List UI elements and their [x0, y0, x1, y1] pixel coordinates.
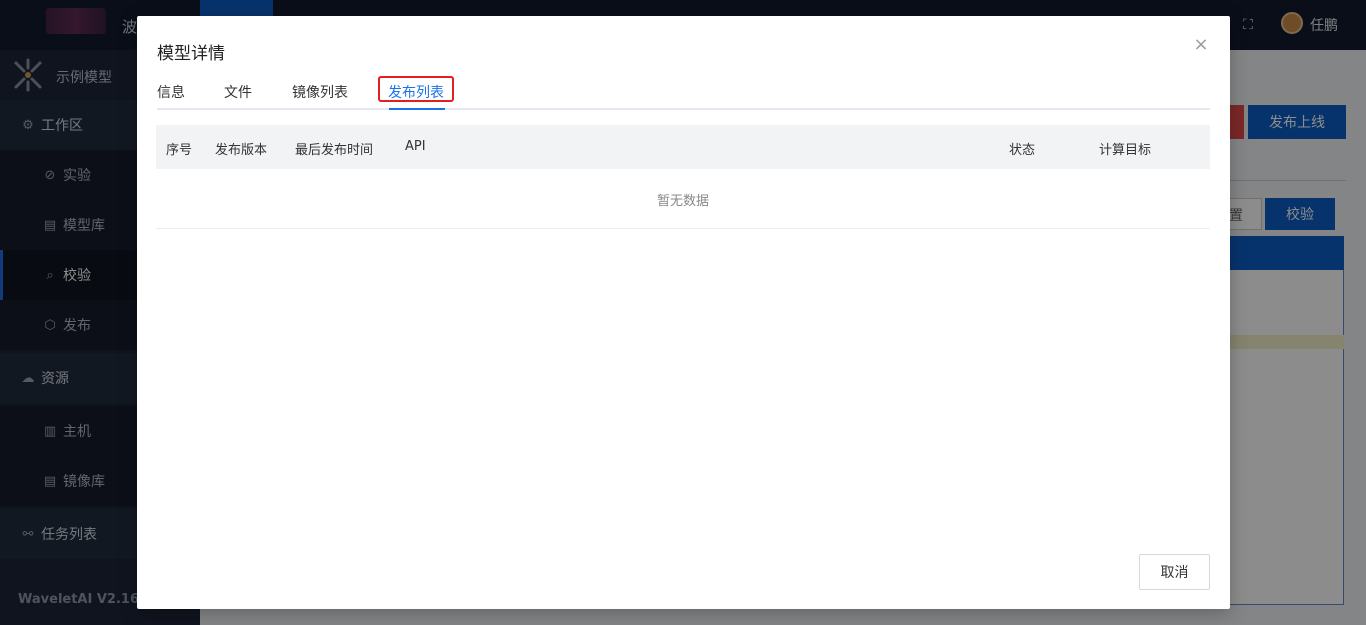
tab-image-list[interactable]: 镜像列表 [292, 82, 348, 102]
active-tab-indicator [389, 108, 445, 110]
column-header-compute-target: 计算目标 [1099, 143, 1152, 158]
empty-state-text: 暂无数据 [656, 194, 709, 209]
tab-files[interactable]: 文件 [224, 82, 252, 102]
column-header-index: 序号 [166, 143, 193, 158]
column-header-version: 发布版本 [215, 143, 268, 158]
column-header-api: API [405, 139, 426, 154]
column-header-last-publish-time: 最后发布时间 [295, 143, 374, 158]
dialog-tabs: 信息 文件 镜像列表 发布列表 [157, 76, 1210, 110]
dialog-title: 模型详情 [157, 44, 225, 64]
table-empty-row: 暂无数据 [156, 169, 1210, 229]
column-header-status: 状态 [1009, 143, 1036, 158]
table-header: 序号 发布版本 最后发布时间 API 状态 计算目标 [156, 125, 1210, 169]
close-icon[interactable]: × [1192, 36, 1210, 54]
cancel-button[interactable]: 取消 [1139, 554, 1210, 590]
model-detail-dialog: 模型详情 × 信息 文件 镜像列表 发布列表 序号 发布版本 最后发布时间 AP… [137, 16, 1230, 609]
tab-info[interactable]: 信息 [157, 82, 185, 102]
tab-publish-list[interactable]: 发布列表 [388, 82, 444, 102]
publish-list-table: 序号 发布版本 最后发布时间 API 状态 计算目标 暂无数据 [156, 125, 1210, 229]
